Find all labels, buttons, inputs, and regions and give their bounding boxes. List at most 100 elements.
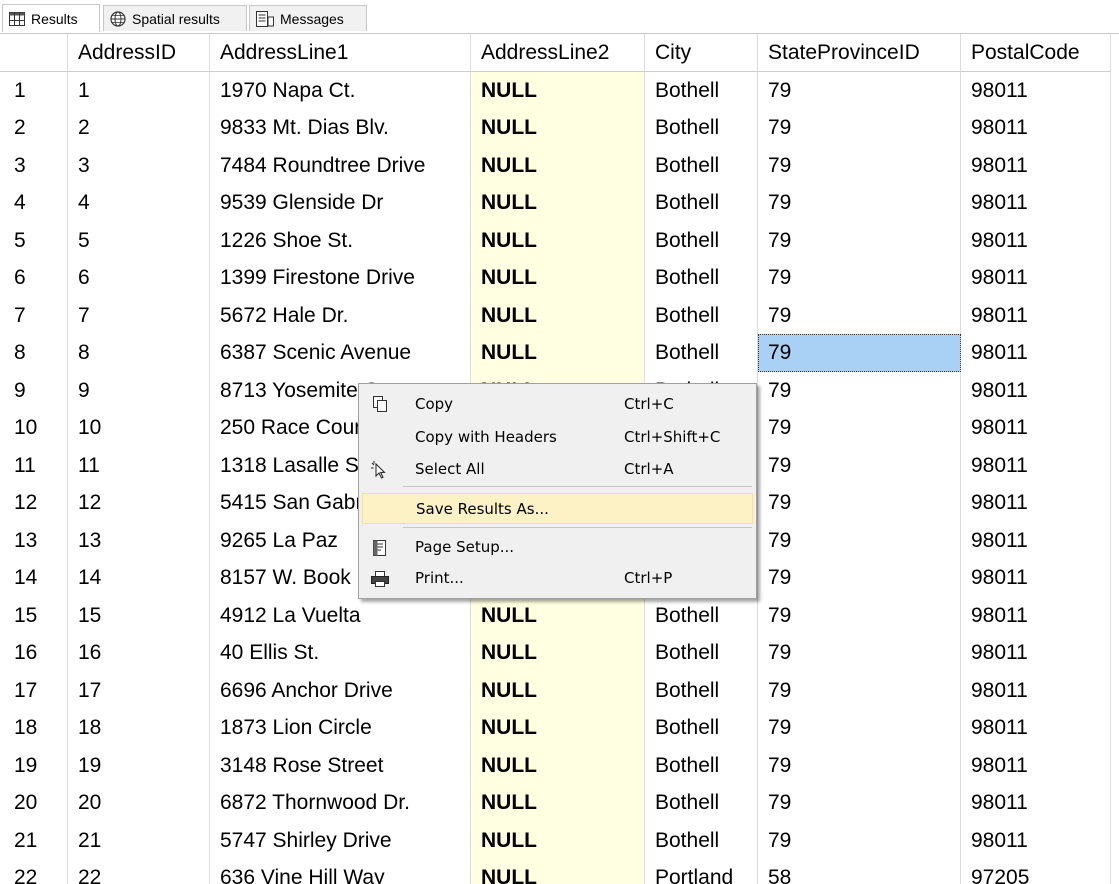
table-row[interactable]: 15 15 4912 La Vuelta NULL Bothell 79 98011 xyxy=(0,596,1119,634)
city-cell[interactable]: Bothell xyxy=(645,821,758,859)
addressid-cell[interactable]: 8 xyxy=(68,334,210,372)
row-number-cell[interactable]: 18 xyxy=(0,709,68,747)
addressid-cell[interactable]: 19 xyxy=(68,746,210,784)
addressid-cell[interactable]: 5 xyxy=(68,221,210,259)
postalcode-cell[interactable]: 98011 xyxy=(961,221,1111,259)
postalcode-cell[interactable]: 98011 xyxy=(961,784,1111,822)
table-row[interactable]: 3 3 7484 Roundtree Drive NULL Bothell 79 98011 xyxy=(0,146,1119,184)
addressline1-cell[interactable]: 40 Ellis St. xyxy=(210,634,471,672)
postalcode-cell[interactable]: 98011 xyxy=(961,709,1111,747)
addressid-cell[interactable]: 14 xyxy=(68,559,210,597)
header-city[interactable]: City xyxy=(645,34,758,72)
row-number-cell[interactable]: 2 xyxy=(0,109,68,147)
menu-item-save-results-as[interactable]: Save Results As... xyxy=(362,493,753,524)
row-number-cell[interactable]: 11 xyxy=(0,446,68,484)
addressline1-cell[interactable]: 1970 Napa Ct. xyxy=(210,71,471,109)
addressline2-cell[interactable]: NULL xyxy=(471,821,645,859)
postalcode-cell[interactable]: 98011 xyxy=(961,109,1111,147)
addressid-cell[interactable]: 6 xyxy=(68,259,210,297)
addressid-cell[interactable]: 11 xyxy=(68,446,210,484)
header-addressline1[interactable]: AddressLine1 xyxy=(210,34,471,72)
stateprovinceid-cell[interactable]: 79 xyxy=(758,746,961,784)
table-row[interactable]: 5 5 1226 Shoe St. NULL Bothell 79 98011 xyxy=(0,221,1119,259)
table-row[interactable]: 4 4 9539 Glenside Dr NULL Bothell 79 98011 xyxy=(0,184,1119,222)
stateprovinceid-cell[interactable]: 79 xyxy=(758,596,961,634)
stateprovinceid-cell[interactable]: 79 xyxy=(758,371,961,409)
addressid-cell[interactable]: 4 xyxy=(68,184,210,222)
table-row[interactable]: 20 20 6872 Thornwood Dr. NULL Bothell 79 98011 xyxy=(0,784,1119,822)
table-row[interactable]: 8 8 6387 Scenic Avenue NULL Bothell 79 98011 xyxy=(0,334,1119,372)
addressline1-cell[interactable]: 636 Vine Hill Way xyxy=(210,859,471,884)
addressid-cell[interactable]: 18 xyxy=(68,709,210,747)
addressid-cell[interactable]: 7 xyxy=(68,296,210,334)
postalcode-cell[interactable]: 98011 xyxy=(961,334,1111,372)
postalcode-cell[interactable]: 98011 xyxy=(961,71,1111,109)
addressline2-cell[interactable]: NULL xyxy=(471,146,645,184)
addressline2-cell[interactable]: NULL xyxy=(471,859,645,884)
header-addressid[interactable]: AddressID xyxy=(68,34,210,72)
header-stateprovinceid[interactable]: StateProvinceID xyxy=(758,34,961,72)
postalcode-cell[interactable]: 98011 xyxy=(961,596,1111,634)
stateprovinceid-cell[interactable]: 79 xyxy=(758,146,961,184)
stateprovinceid-cell[interactable]: 79 xyxy=(758,821,961,859)
addressid-cell[interactable]: 10 xyxy=(68,409,210,447)
addressline2-cell[interactable]: NULL xyxy=(471,296,645,334)
table-row[interactable]: 16 16 40 Ellis St. NULL Bothell 79 98011 xyxy=(0,634,1119,672)
addressline1-cell[interactable]: 4912 La Vuelta xyxy=(210,596,471,634)
city-cell[interactable]: Bothell xyxy=(645,634,758,672)
postalcode-cell[interactable]: 98011 xyxy=(961,671,1111,709)
stateprovinceid-cell[interactable]: 79 xyxy=(758,109,961,147)
city-cell[interactable]: Bothell xyxy=(645,784,758,822)
addressline1-cell[interactable]: 6387 Scenic Avenue xyxy=(210,334,471,372)
addressline1-cell[interactable]: 1399 Firestone Drive xyxy=(210,259,471,297)
row-number-cell[interactable]: 14 xyxy=(0,559,68,597)
addressid-cell[interactable]: 3 xyxy=(68,146,210,184)
menu-item-select-all[interactable]: Select All Ctrl+A xyxy=(362,454,753,485)
postalcode-cell[interactable]: 98011 xyxy=(961,259,1111,297)
city-cell[interactable]: Portland xyxy=(645,859,758,884)
stateprovinceid-cell[interactable]: 79 xyxy=(758,409,961,447)
postalcode-cell[interactable]: 98011 xyxy=(961,446,1111,484)
addressline1-cell[interactable]: 5672 Hale Dr. xyxy=(210,296,471,334)
stateprovinceid-cell[interactable]: 79 xyxy=(758,221,961,259)
row-number-cell[interactable]: 21 xyxy=(0,821,68,859)
postalcode-cell[interactable]: 98011 xyxy=(961,484,1111,522)
menu-item-copy-with-headers[interactable]: Copy with Headers Ctrl+Shift+C xyxy=(362,422,753,453)
postalcode-cell[interactable]: 98011 xyxy=(961,146,1111,184)
addressline1-cell[interactable]: 3148 Rose Street xyxy=(210,746,471,784)
addressid-cell[interactable]: 1 xyxy=(68,71,210,109)
addressid-cell[interactable]: 2 xyxy=(68,109,210,147)
menu-item-copy[interactable]: Copy Ctrl+C xyxy=(362,389,753,420)
postalcode-cell[interactable]: 98011 xyxy=(961,296,1111,334)
stateprovinceid-cell[interactable]: 58 xyxy=(758,859,961,884)
postalcode-cell[interactable]: 98011 xyxy=(961,634,1111,672)
city-cell[interactable]: Bothell xyxy=(645,746,758,784)
addressline2-cell[interactable]: NULL xyxy=(471,784,645,822)
stateprovinceid-cell[interactable]: 79 xyxy=(758,671,961,709)
addressid-cell[interactable]: 22 xyxy=(68,859,210,884)
tab-results[interactable]: Results xyxy=(2,4,100,32)
row-number-cell[interactable]: 10 xyxy=(0,409,68,447)
header-postalcode[interactable]: PostalCode xyxy=(961,34,1111,72)
tab-messages[interactable]: Messages xyxy=(249,5,367,31)
addressline2-cell[interactable]: NULL xyxy=(471,671,645,709)
postalcode-cell[interactable]: 98011 xyxy=(961,559,1111,597)
stateprovinceid-cell[interactable]: 79 xyxy=(758,521,961,559)
row-number-cell[interactable]: 16 xyxy=(0,634,68,672)
stateprovinceid-cell[interactable]: 79 xyxy=(758,184,961,222)
tab-spatial-results[interactable]: Spatial results xyxy=(103,5,247,31)
table-row[interactable]: 6 6 1399 Firestone Drive NULL Bothell 79 98011 xyxy=(0,259,1119,297)
addressline1-cell[interactable]: 7484 Roundtree Drive xyxy=(210,146,471,184)
row-number-cell[interactable]: 15 xyxy=(0,596,68,634)
header-row-number[interactable] xyxy=(0,34,68,72)
row-number-cell[interactable]: 9 xyxy=(0,371,68,409)
postalcode-cell[interactable]: 98011 xyxy=(961,184,1111,222)
city-cell[interactable]: Bothell xyxy=(645,109,758,147)
addressid-cell[interactable]: 17 xyxy=(68,671,210,709)
addressid-cell[interactable]: 15 xyxy=(68,596,210,634)
table-row[interactable]: 7 7 5672 Hale Dr. NULL Bothell 79 98011 xyxy=(0,296,1119,334)
postalcode-cell[interactable]: 98011 xyxy=(961,821,1111,859)
addressline1-cell[interactable]: 1873 Lion Circle xyxy=(210,709,471,747)
row-number-cell[interactable]: 17 xyxy=(0,671,68,709)
postalcode-cell[interactable]: 98011 xyxy=(961,521,1111,559)
